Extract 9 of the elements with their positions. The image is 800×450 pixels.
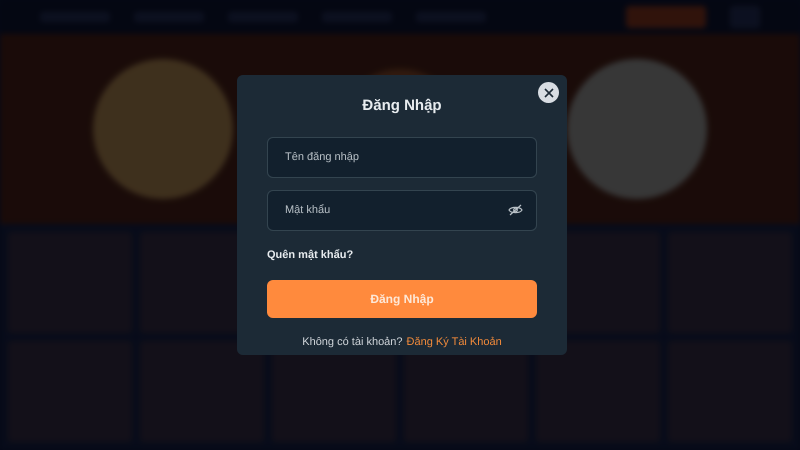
password-field[interactable]: Mật khẩu: [267, 190, 537, 230]
forgot-password-link[interactable]: Quên mật khẩu?: [267, 246, 354, 263]
dialog-title: Đăng Nhập: [362, 96, 442, 116]
username-field[interactable]: Tên đăng nhập: [267, 136, 537, 178]
close-button[interactable]: [538, 82, 559, 103]
eye-slash-icon[interactable]: [508, 204, 523, 216]
signup-link[interactable]: Đăng Ký Tài Khoản: [406, 334, 502, 350]
signup-prompt: Không có tài khoản?: [302, 335, 403, 350]
close-icon: [544, 88, 554, 98]
